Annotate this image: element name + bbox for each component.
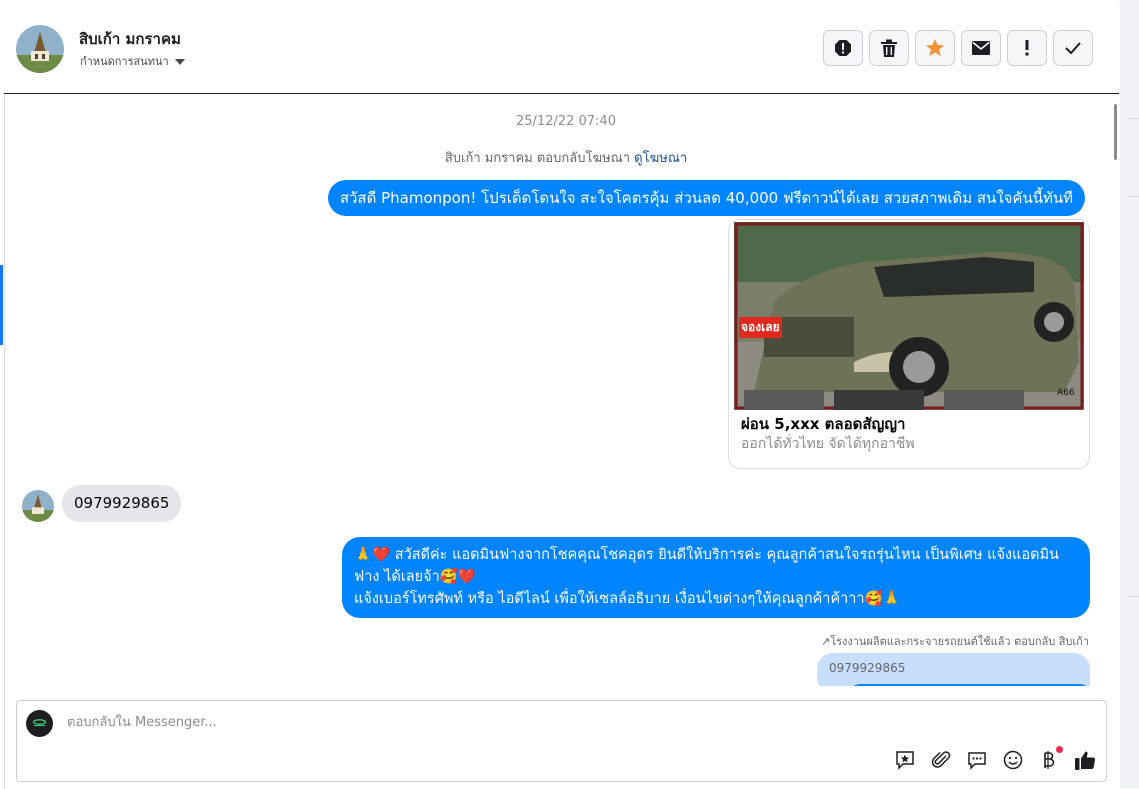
incoming-message[interactable]: 0979929865 — [62, 485, 182, 522]
ad-card[interactable]: จองเลย A66 ผ่อน 5,xxx ตลอดสัญญา ออกได้ทั… — [728, 219, 1090, 469]
greeting-line-1: 🙏❤️ สวัสดีค่ะ แอดมินฟางจากโชคคุณโชคอุดร … — [354, 547, 1059, 585]
ad-image-code: A66 — [1057, 388, 1075, 398]
ad-reply-notice: สิบเก้า มกราคม ตอบกลับโฆษณา ดูโฆษณา — [4, 147, 1114, 168]
ad-image-badge: จองเลย — [739, 317, 782, 338]
header-actions — [823, 30, 1093, 66]
flag-button[interactable] — [1007, 30, 1047, 66]
outgoing-message-greeting[interactable]: 🙏❤️ สวัสดีค่ะ แอดมินฟางจากโชคคุณโชคอุดร … — [342, 537, 1090, 618]
caret-down-icon — [174, 59, 185, 65]
attach-button[interactable] — [930, 749, 952, 771]
assign-conversation-dropdown[interactable]: กำหนดการสนทนา — [80, 52, 185, 70]
message-composer — [16, 700, 1107, 782]
car-ad-image — [734, 222, 1084, 410]
mark-spam-button[interactable] — [823, 30, 863, 66]
thread-scrollbar[interactable] — [1114, 104, 1117, 160]
attachment-icon — [931, 751, 951, 768]
assign-conversation-label: กำหนดการสนทนา — [80, 55, 169, 68]
chat-button[interactable] — [966, 749, 988, 771]
saved-replies-button[interactable] — [894, 749, 916, 771]
greeting-line-2: แจ้งเบอร์โทรศัพท์ หรือ ไอดีไลน์ เพื่อให้… — [354, 591, 901, 607]
like-button[interactable] — [1074, 749, 1096, 771]
envelope-icon — [972, 41, 990, 55]
quoted-message[interactable]: 0979929865 — [817, 653, 1090, 686]
alert-icon — [835, 40, 851, 56]
exclamation-icon — [1025, 40, 1029, 56]
star-icon — [926, 39, 944, 56]
mark-unread-button[interactable] — [961, 30, 1001, 66]
trash-icon — [881, 39, 897, 57]
page-avatar — [26, 710, 53, 737]
payment-button[interactable] — [1038, 746, 1063, 771]
mark-done-button[interactable] — [1053, 30, 1093, 66]
thumbs-up-icon — [1075, 751, 1096, 770]
saved-reply-icon — [896, 751, 914, 770]
reply-context-note: ↗โรงงานผลิตและกระจายรถยนต์ใช้แล้ว ตอบกลั… — [820, 635, 1089, 648]
baht-icon — [1044, 751, 1055, 769]
left-accent-bar — [0, 265, 3, 345]
delete-button[interactable] — [869, 30, 909, 66]
message-thread[interactable]: 25/12/22 07:40 สิบเก้า มกราคม ตอบกลับโฆษ… — [4, 94, 1114, 686]
conversation-header: สิบเก้า มกราคม กำหนดการสนทนา — [4, 4, 1119, 94]
contact-name: สิบเก้า มกราคม — [79, 30, 181, 48]
right-edge-strip — [1120, 0, 1139, 788]
emoji-button[interactable] — [1002, 749, 1024, 771]
reply-input[interactable] — [65, 714, 969, 731]
check-icon — [1065, 42, 1081, 54]
star-button[interactable] — [915, 30, 955, 66]
chat-icon — [968, 752, 986, 770]
composer-tools — [894, 746, 1096, 771]
view-ad-link[interactable]: ดูโฆษณา — [634, 151, 687, 166]
ad-reply-text: สิบเก้า มกราคม ตอบกลับโฆษณา — [444, 151, 631, 166]
outgoing-message[interactable]: สวัสดี Phamonpon! โปรเด็ดโดนใจ สะใจโคตรค… — [327, 180, 1085, 216]
sender-avatar[interactable] — [22, 490, 54, 522]
ad-card-subtitle: ออกได้ทั่วไทย จัดได้ทุกอาชีพ — [741, 436, 915, 452]
notification-dot — [1056, 746, 1063, 753]
message-timestamp: 25/12/22 07:40 — [516, 114, 616, 129]
outgoing-message-partial[interactable] — [850, 684, 1090, 686]
emoji-icon — [1003, 750, 1023, 770]
contact-avatar[interactable] — [16, 25, 64, 73]
